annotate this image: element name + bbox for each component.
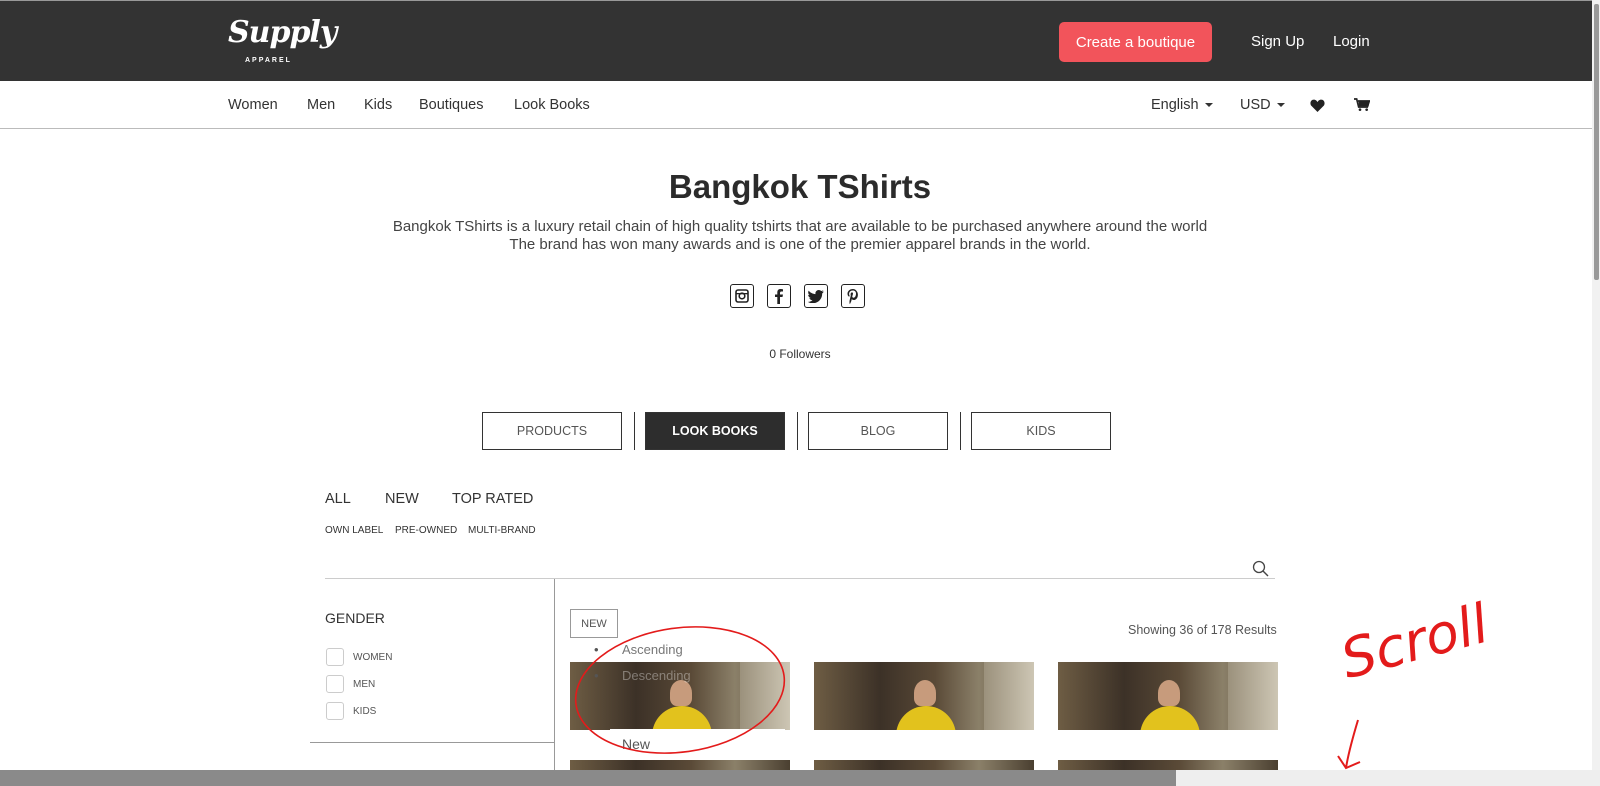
tab-blog[interactable]: BLOG [808, 412, 948, 450]
currency-label: USD [1240, 97, 1271, 113]
product-image[interactable] [1058, 662, 1278, 730]
gender-filter-title: GENDER [325, 610, 385, 626]
twitter-icon[interactable] [804, 284, 828, 308]
site-logo-subtitle: APPAREL [245, 57, 292, 64]
facebook-icon[interactable] [767, 284, 791, 308]
gender-option-women[interactable]: WOMEN [326, 648, 392, 666]
search-input[interactable] [325, 578, 1275, 579]
tab-divider [960, 412, 961, 450]
site-logo[interactable]: Supply [228, 15, 337, 50]
sidebar-bottom-divider [310, 742, 554, 743]
nav-look-books[interactable]: Look Books [514, 97, 590, 113]
product-image[interactable] [814, 662, 1034, 730]
boutique-description-line2: The brand has won many awards and is one… [509, 236, 1091, 253]
filter-top-rated[interactable]: TOP RATED [452, 491, 533, 507]
boutique-title: Bangkok TShirts [668, 168, 932, 205]
product-image[interactable] [1058, 760, 1278, 770]
results-count: Showing 36 of 178 Results [1128, 623, 1277, 637]
vertical-scrollbar-thumb[interactable] [1594, 4, 1599, 280]
checkbox-label: MEN [353, 678, 376, 690]
nav-women[interactable]: Women [228, 97, 278, 113]
filter-new[interactable]: NEW [385, 491, 419, 507]
language-dropdown[interactable]: English [1151, 97, 1213, 113]
sort-dropdown-list: Ascending Descending [590, 642, 691, 694]
chevron-down-icon [1276, 103, 1285, 108]
main-nav: Women Men Kids Boutiques Look Books Engl… [0, 81, 1600, 129]
filter-own-label[interactable]: OWN LABEL [325, 525, 383, 536]
checkbox-label: WOMEN [353, 651, 393, 663]
login-link[interactable]: Login [1333, 33, 1370, 50]
followers-count: 0 Followers [769, 347, 831, 361]
sort-option-descending[interactable]: Descending [590, 668, 691, 683]
chevron-down-icon [1204, 103, 1213, 108]
checkbox[interactable] [326, 702, 344, 720]
language-label: English [1151, 97, 1199, 113]
gender-option-men[interactable]: MEN [326, 675, 375, 693]
sort-select[interactable]: NEW [570, 609, 618, 638]
product-image[interactable] [814, 760, 1034, 770]
annotation-arrow [1345, 719, 1359, 769]
nav-kids[interactable]: Kids [364, 97, 392, 113]
checkbox[interactable] [326, 675, 344, 693]
top-bar: Supply APPAREL Create a boutique Sign Up… [0, 0, 1600, 81]
tab-products[interactable]: PRODUCTS [482, 412, 622, 450]
sidebar-divider [554, 579, 555, 786]
instagram-icon[interactable] [730, 284, 754, 308]
currency-dropdown[interactable]: USD [1240, 97, 1285, 113]
boutique-description-line1: Bangkok TShirts is a luxury retail chain… [392, 218, 1208, 235]
checkbox-label: KIDS [353, 705, 377, 717]
tab-kids[interactable]: KIDS [971, 412, 1111, 450]
create-boutique-button[interactable]: Create a boutique [1059, 22, 1212, 62]
checkbox[interactable] [326, 648, 344, 666]
horizontal-scrollbar-thumb[interactable] [0, 770, 1176, 786]
pinterest-icon[interactable] [841, 284, 865, 308]
annotation-arrow-head [1337, 755, 1361, 770]
tab-divider [634, 412, 635, 450]
tab-divider [797, 412, 798, 450]
tab-look-books[interactable]: LOOK BOOKS [645, 412, 785, 450]
cart-icon[interactable] [1354, 98, 1370, 112]
heart-icon[interactable] [1310, 99, 1325, 112]
filter-pre-owned[interactable]: PRE-OWNED [395, 525, 457, 536]
product-image[interactable] [570, 760, 790, 770]
gender-option-kids[interactable]: KIDS [326, 702, 376, 720]
filter-multi-brand[interactable]: MULTI-BRAND [468, 525, 536, 536]
annotation-scroll-text: Scroll [1334, 591, 1495, 692]
sort-option-new[interactable]: New [610, 729, 785, 759]
sort-option-ascending[interactable]: Ascending [590, 642, 691, 657]
nav-men[interactable]: Men [307, 97, 335, 113]
sign-up-link[interactable]: Sign Up [1251, 33, 1304, 50]
search-icon[interactable] [1252, 560, 1269, 577]
filter-all[interactable]: ALL [325, 491, 351, 507]
nav-boutiques[interactable]: Boutiques [419, 97, 484, 113]
